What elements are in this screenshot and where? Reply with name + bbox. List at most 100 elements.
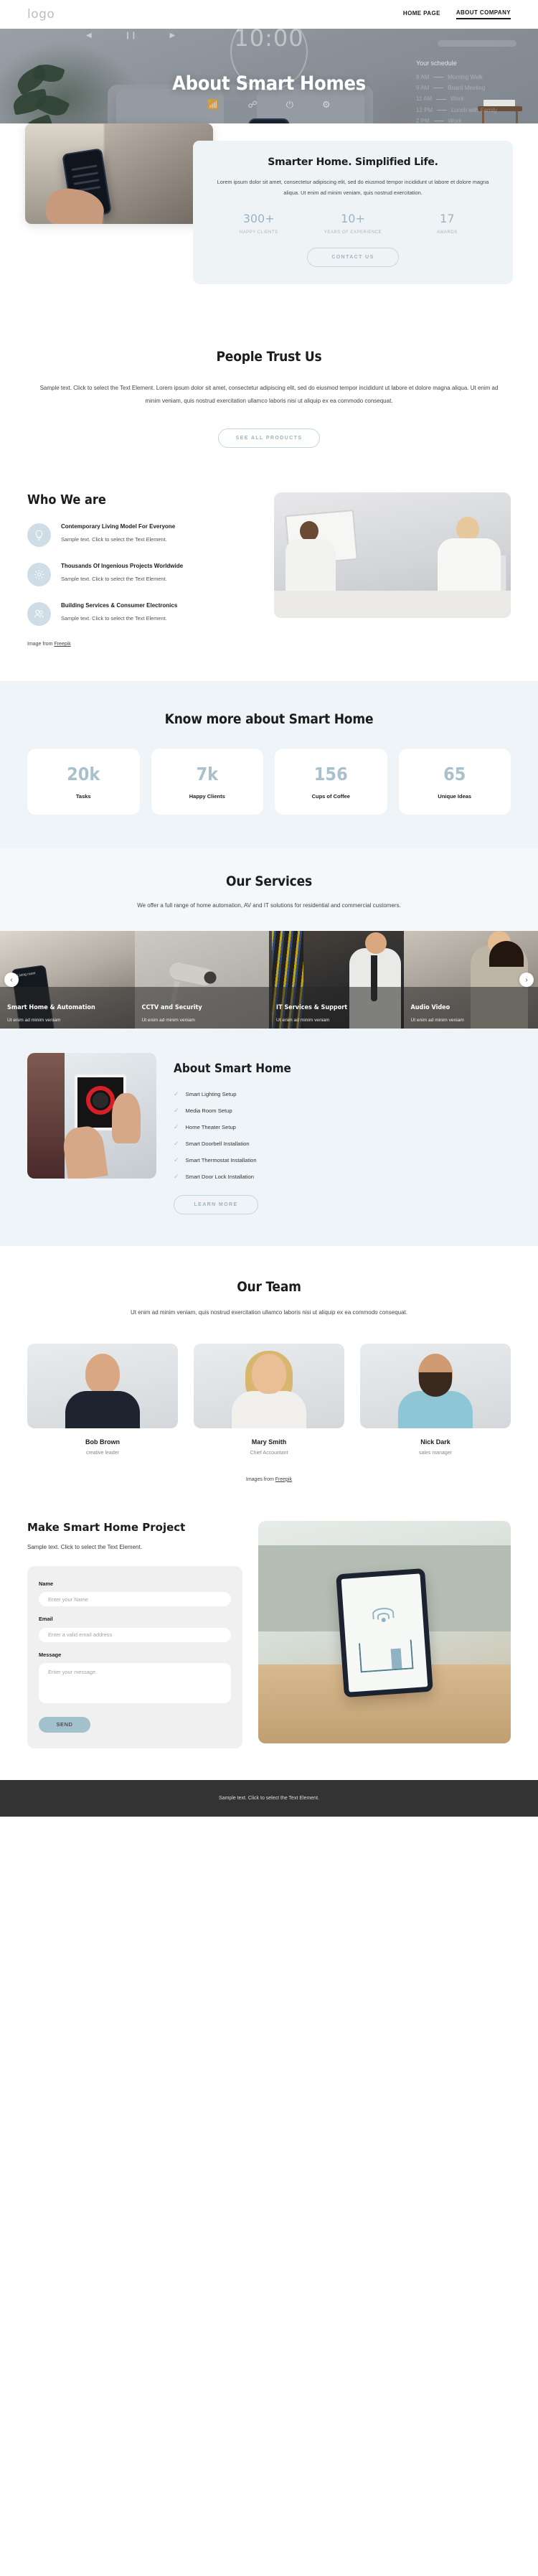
stat-card-unique-ideas: 65 Unique Ideas (398, 749, 511, 815)
service-title: Audio Video (410, 1004, 450, 1012)
contact-section: Make Smart Home Project Sample text. Cli… (0, 1492, 538, 1780)
message-field[interactable] (39, 1662, 231, 1703)
email-field[interactable] (39, 1627, 231, 1642)
stat-item: 17 AWARDS (400, 212, 494, 237)
checklist-label: Smart Lighting Setup (185, 1091, 237, 1097)
service-card-smart-home-automation[interactable]: Living room Smart Home & Automation Ut en… (0, 931, 135, 1029)
credit-prefix: Images from (245, 1476, 275, 1482)
team-member-nick-dark: Nick Dark sales manager (360, 1343, 511, 1456)
credit-prefix: Image from (27, 642, 55, 647)
page-root: logo HOME PAGE ABOUT COMPANY 10:00 ◀ ❙❙ … (0, 0, 538, 1817)
check-icon: ✓ (174, 1123, 179, 1130)
service-card-audio-video[interactable]: Audio Video Ut enim ad minim veniam (403, 931, 538, 1029)
checklist-item-media-room-setup: ✓ Media Room Setup (174, 1107, 511, 1115)
name-field[interactable] (39, 1592, 231, 1607)
services-title: Our Services (226, 874, 312, 890)
credit-link-freepik[interactable]: Freepik (54, 642, 70, 647)
stat-card-cups-of-coffee: 156 Cups of Coffee (275, 749, 387, 815)
avatar (27, 1343, 178, 1428)
service-text: Ut enim ad minim veniam (276, 1018, 330, 1023)
nav-item-about-company[interactable]: ABOUT COMPANY (456, 9, 511, 19)
who-image-credit: Image from Freepik (27, 642, 258, 647)
hero-clock-time: 10:00 (234, 29, 304, 52)
next-track-icon: ▶ (169, 32, 176, 39)
service-title: Smart Home & Automation (7, 1004, 95, 1012)
stat-card-number: 156 (313, 764, 348, 785)
stat-card-label: Unique Ideas (438, 793, 472, 800)
hero-schedule-row: 11 AM Work (416, 93, 516, 104)
stat-card-label: Happy Clients (189, 793, 225, 800)
services-subtitle: We offer a full range of home automation… (137, 902, 401, 909)
member-name: Bob Brown (85, 1438, 120, 1446)
stat-cards: 20k Tasks 7k Happy Clients 156 Cups of C… (27, 749, 511, 815)
services-carousel[interactable]: ‹ › Living room Smart Home & Automation U… (0, 931, 538, 1029)
power-icon: ⏻ (285, 99, 293, 110)
contact-photo (258, 1520, 511, 1743)
member-role: Chief Accountant (250, 1450, 288, 1456)
member-role: sales manager (419, 1450, 452, 1456)
see-all-products-button[interactable]: SEE ALL PRODUCTS (218, 428, 320, 449)
site-footer: Sample text. Click to select the Text El… (0, 1779, 538, 1817)
credit-link-freepik[interactable]: Freepik (275, 1477, 292, 1482)
contact-us-button[interactable]: CONTACT US (307, 248, 399, 268)
stat-card-label: Tasks (75, 793, 91, 800)
checklist-label: Smart Door Lock Installation (185, 1174, 254, 1180)
stat-label: AWARDS (436, 230, 458, 235)
service-text: Ut enim ad minim veniam (7, 1018, 61, 1023)
intro-heading: Smarter Home. Simplified Life. (268, 156, 438, 168)
check-icon: ✓ (174, 1107, 179, 1114)
checklist-item-smart-door-lock-installation: ✓ Smart Door Lock Installation (174, 1173, 511, 1181)
team-subtitle: Ut enim ad minim veniam, quis nostrud ex… (131, 1309, 407, 1316)
about-smart-home-title: About Smart Home (174, 1062, 291, 1076)
carousel-next-button[interactable]: › (519, 973, 534, 987)
feature-title: Thousands Of Ingenious Projects Worldwid… (61, 563, 184, 570)
hero-schedule-row: 12 PM Lunch with Family (416, 105, 516, 116)
team-title: Our Team (237, 1279, 301, 1295)
stat-card-label: Cups of Coffee (311, 793, 350, 800)
site-logo[interactable]: logo (27, 7, 55, 22)
stat-card-tasks: 20k Tasks (27, 749, 140, 815)
hero-schedule-title: Your schedule (416, 60, 457, 67)
trust-title: People Trust Us (216, 349, 322, 365)
feature-title: Contemporary Living Model For Everyone (61, 523, 176, 530)
stat-label: HAPPY CLIENTS (239, 230, 278, 235)
stat-number: 10+ (341, 211, 365, 225)
trust-paragraph: Sample text. Click to select the Text El… (39, 385, 499, 404)
bluetooth-icon: ☍ (247, 99, 258, 110)
checklist-item-smart-thermostat-installation: ✓ Smart Thermostat Installation (174, 1156, 511, 1164)
service-text: Ut enim ad minim veniam (141, 1018, 195, 1023)
contact-title: Make Smart Home Project (27, 1520, 186, 1534)
service-card-it-services-support[interactable]: IT Services & Support Ut enim ad minim ve… (269, 931, 404, 1029)
check-icon: ✓ (174, 1156, 179, 1163)
who-we-are-photo (274, 492, 511, 619)
send-button[interactable]: SEND (39, 1716, 90, 1733)
main-navigation: HOME PAGE ABOUT COMPANY (403, 9, 511, 19)
intro-section: Smarter Home. Simplified Life. Lorem ips… (0, 123, 538, 322)
checklist-item-home-theater-setup: ✓ Home Theater Setup (174, 1123, 511, 1131)
site-header: logo HOME PAGE ABOUT COMPANY (0, 0, 538, 29)
wifi-icon: 📶 (207, 99, 220, 110)
checklist-label: Smart Doorbell Installation (185, 1141, 250, 1147)
pause-icon: ❙❙ (124, 32, 137, 39)
page-title: About Smart Homes (172, 72, 366, 95)
feature-item-contemporary-living: Contemporary Living Model For Everyone S… (27, 523, 258, 548)
intro-photo (25, 123, 213, 224)
intro-card: Smarter Home. Simplified Life. Lorem ips… (193, 141, 513, 285)
feature-text: Sample text. Click to select the Text El… (61, 536, 167, 543)
carousel-prev-button[interactable]: ‹ (4, 973, 19, 987)
service-text: Ut enim ad minim veniam (410, 1018, 464, 1023)
nav-item-home-page[interactable]: HOME PAGE (403, 10, 440, 19)
service-card-cctv-security[interactable]: CCTV and Security Ut enim ad minim veniam (134, 931, 269, 1029)
member-name: Mary Smith (251, 1438, 287, 1446)
team-member-mary-smith: Mary Smith Chief Accountant (194, 1343, 344, 1456)
feature-text: Sample text. Click to select the Text El… (61, 576, 167, 583)
checklist-label: Smart Thermostat Installation (185, 1157, 257, 1163)
stat-card-happy-clients: 7k Happy Clients (151, 749, 263, 815)
footer-text: Sample text. Click to select the Text El… (219, 1795, 319, 1801)
learn-more-button[interactable]: LEARN MORE (174, 1195, 258, 1214)
schedule-task: Lunch with Family (451, 106, 498, 113)
intro-stats: 300+ HAPPY CLIENTS 10+ YEARS OF EXPERIEN… (212, 212, 494, 237)
checklist-item-smart-doorbell-installation: ✓ Smart Doorbell Installation (174, 1140, 511, 1148)
team-members: Bob Brown creative leader Mary Smith Chi… (27, 1343, 511, 1456)
feature-text: Sample text. Click to select the Text El… (61, 615, 167, 622)
